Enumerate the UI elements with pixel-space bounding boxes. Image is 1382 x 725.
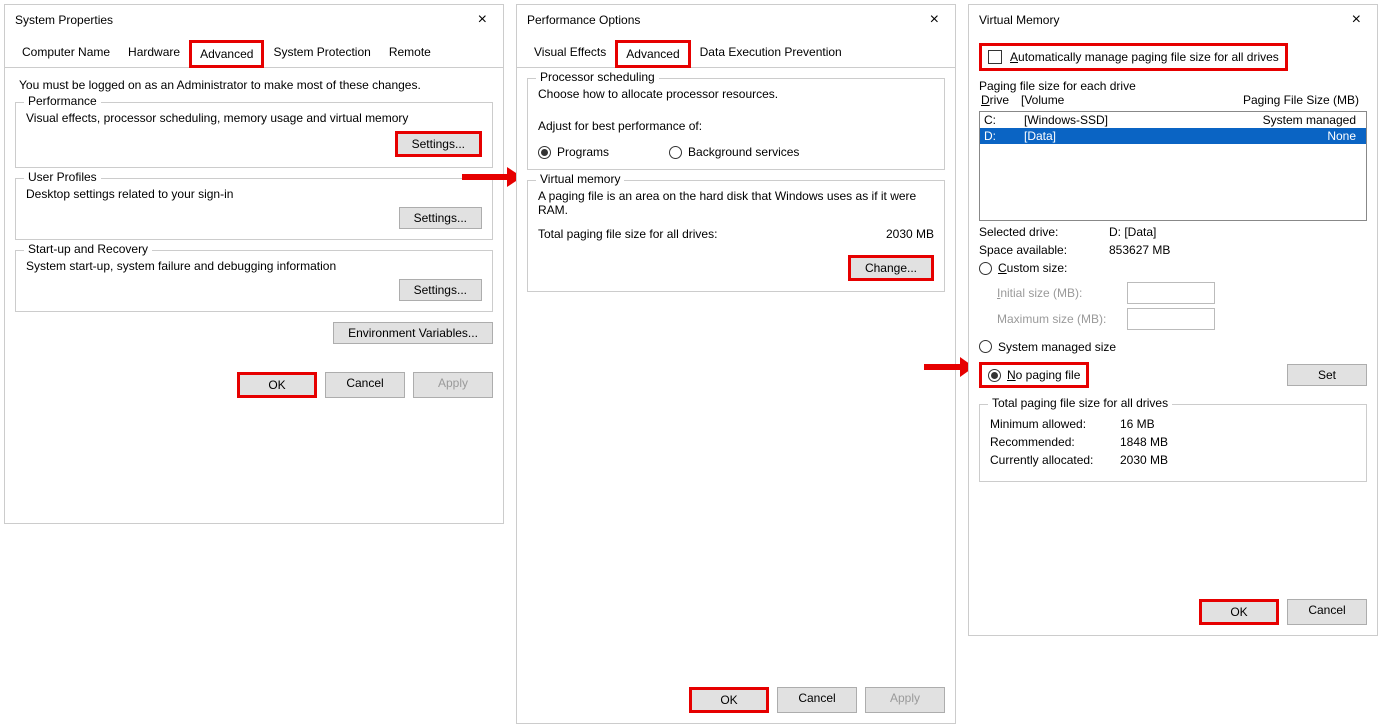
drive-volume: [Windows-SSD] (1024, 113, 1174, 127)
cancel-button[interactable]: Cancel (1287, 599, 1367, 625)
ok-button[interactable]: OK (237, 372, 317, 398)
selected-drive-value: D: [Data] (1109, 225, 1156, 239)
close-icon[interactable]: × (1346, 11, 1367, 29)
currently-allocated-label: Currently allocated: (990, 453, 1120, 467)
tab-visual-effects[interactable]: Visual Effects (525, 40, 615, 68)
startup-recovery-group: Start-up and Recovery System start-up, s… (15, 250, 493, 312)
min-allowed-value: 16 MB (1120, 417, 1155, 431)
auto-manage-checkbox[interactable]: Automatically manage paging file size fo… (979, 43, 1288, 71)
pfs-header: Paging File Size (MB) (1171, 93, 1365, 107)
titlebar: Performance Options × (517, 5, 955, 35)
radio-no-paging-file[interactable]: No paging file (979, 362, 1089, 388)
radio-label: Custom size: (998, 261, 1067, 275)
virtual-memory-dialog: Virtual Memory × Automatically manage pa… (968, 4, 1378, 636)
startup-desc: System start-up, system failure and debu… (26, 259, 482, 273)
window-title: Performance Options (527, 13, 640, 27)
tab-computer-name[interactable]: Computer Name (13, 40, 119, 68)
initial-size-label: Initial size (MB): (997, 286, 1117, 300)
adjust-label: Adjust for best performance of: (538, 119, 934, 133)
startup-settings-button[interactable]: Settings... (399, 279, 482, 301)
totals-legend: Total paging file size for all drives (988, 396, 1172, 410)
performance-desc: Visual effects, processor scheduling, me… (26, 111, 482, 125)
cancel-button[interactable]: Cancel (777, 687, 857, 713)
selected-drive-label: Selected drive: (979, 225, 1109, 239)
change-button[interactable]: Change... (848, 255, 934, 281)
user-profiles-legend: User Profiles (24, 170, 101, 184)
paging-each-label: Paging file size for each drive (979, 79, 1367, 93)
radio-label: Background services (688, 145, 799, 159)
window-title: Virtual Memory (979, 13, 1059, 27)
performance-group: Performance Visual effects, processor sc… (15, 102, 493, 168)
drive-row-d[interactable]: D: [Data] None (980, 128, 1366, 144)
recommended-value: 1848 MB (1120, 435, 1168, 449)
radio-background-services[interactable]: Background services (669, 145, 799, 159)
drive-pfs: None (1174, 129, 1362, 143)
close-icon[interactable]: × (924, 11, 945, 29)
currently-allocated-value: 2030 MB (1120, 453, 1168, 467)
space-available-label: Space available: (979, 243, 1109, 257)
drives-list[interactable]: C: [Windows-SSD] System managed D: [Data… (979, 111, 1367, 221)
drive-letter: D: (984, 129, 1024, 143)
set-button[interactable]: Set (1287, 364, 1367, 386)
processor-desc: Choose how to allocate processor resourc… (538, 87, 934, 101)
tab-system-protection[interactable]: System Protection (264, 40, 379, 68)
drive-volume: [Data] (1024, 129, 1174, 143)
arrow-icon (462, 162, 522, 192)
tabs: Visual Effects Advanced Data Execution P… (517, 39, 955, 68)
drive-letter: C: (984, 113, 1024, 127)
admin-note: You must be logged on as an Administrato… (19, 78, 489, 92)
tab-hardware[interactable]: Hardware (119, 40, 189, 68)
apply-button[interactable]: Apply (865, 687, 945, 713)
performance-settings-button[interactable]: Settings... (395, 131, 482, 157)
user-profiles-group: User Profiles Desktop settings related t… (15, 178, 493, 240)
radio-custom-size[interactable]: Custom size: (979, 261, 1067, 275)
titlebar: System Properties × (5, 5, 503, 35)
processor-scheduling-group: Processor scheduling Choose how to alloc… (527, 78, 945, 170)
min-allowed-label: Minimum allowed: (990, 417, 1120, 431)
window-title: System Properties (15, 13, 113, 27)
environment-variables-button[interactable]: Environment Variables... (333, 322, 493, 344)
titlebar: Virtual Memory × (969, 5, 1377, 35)
maximum-size-label: Maximum size (MB): (997, 312, 1117, 326)
tabs: Computer Name Hardware Advanced System P… (5, 39, 503, 68)
initial-size-input[interactable] (1127, 282, 1215, 304)
radio-system-managed[interactable]: System managed size (979, 340, 1116, 354)
radio-label: No paging file (1007, 368, 1080, 382)
radio-label: Programs (557, 145, 609, 159)
maximum-size-input[interactable] (1127, 308, 1215, 330)
checkbox-box (988, 50, 1002, 64)
recommended-label: Recommended: (990, 435, 1120, 449)
system-properties-dialog: System Properties × Computer Name Hardwa… (4, 4, 504, 524)
close-icon[interactable]: × (472, 11, 493, 29)
ok-button[interactable]: OK (1199, 599, 1279, 625)
virtual-memory-group: Virtual memory A paging file is an area … (527, 180, 945, 292)
tab-dep[interactable]: Data Execution Prevention (691, 40, 851, 68)
vm-legend: Virtual memory (536, 172, 624, 186)
vm-desc: A paging file is an area on the hard dis… (538, 189, 934, 217)
cancel-button[interactable]: Cancel (325, 372, 405, 398)
vm-total-value: 2030 MB (886, 227, 934, 241)
space-available-value: 853627 MB (1109, 243, 1170, 257)
ok-button[interactable]: OK (689, 687, 769, 713)
auto-manage-label: Automatically manage paging file size fo… (1010, 50, 1279, 64)
volume-header: [Volume (1021, 93, 1171, 107)
apply-button[interactable]: Apply (413, 372, 493, 398)
tab-advanced[interactable]: Advanced (615, 40, 690, 68)
processor-legend: Processor scheduling (536, 70, 659, 84)
radio-label: System managed size (998, 340, 1116, 354)
performance-legend: Performance (24, 94, 101, 108)
drive-pfs: System managed (1174, 113, 1362, 127)
drive-header: Drive (981, 93, 1021, 107)
drive-row-c[interactable]: C: [Windows-SSD] System managed (980, 112, 1366, 128)
arrow-icon (924, 352, 974, 382)
tab-remote[interactable]: Remote (380, 40, 440, 68)
user-profiles-desc: Desktop settings related to your sign-in (26, 187, 482, 201)
performance-options-dialog: Performance Options × Visual Effects Adv… (516, 4, 956, 724)
radio-programs[interactable]: Programs (538, 145, 609, 159)
totals-group: Total paging file size for all drives Mi… (979, 404, 1367, 482)
user-profiles-settings-button[interactable]: Settings... (399, 207, 482, 229)
startup-legend: Start-up and Recovery (24, 242, 152, 256)
tab-advanced[interactable]: Advanced (189, 40, 264, 68)
vm-total-label: Total paging file size for all drives: (538, 227, 886, 241)
